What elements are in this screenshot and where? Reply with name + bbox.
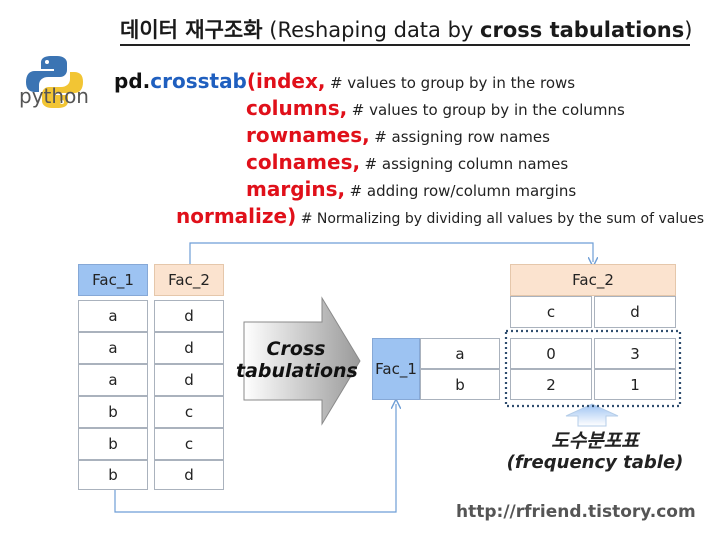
page-title: 데이터 재구조화 (Reshaping data by cross tabula… bbox=[120, 14, 693, 46]
source-url: http://rfriend.tistory.com bbox=[456, 502, 696, 522]
code-line-6: normalize) # Normalizing by dividing all… bbox=[176, 203, 704, 229]
input-fac1-cell: b bbox=[78, 428, 148, 460]
output-count-cell: 0 bbox=[510, 338, 592, 369]
output-count-cell: 1 bbox=[594, 369, 676, 400]
code-comment-rownames: # assigning row names bbox=[374, 128, 550, 146]
input-fac2-cell: c bbox=[154, 428, 224, 460]
output-row-header: Fac_1 bbox=[372, 338, 420, 400]
output-count-cell: 2 bbox=[510, 369, 592, 400]
code-prefix: pd. bbox=[114, 69, 151, 93]
output-row-level-a: a bbox=[420, 338, 500, 369]
input-fac1-cell: b bbox=[78, 396, 148, 428]
code-comment-colnames: # assigning column names bbox=[364, 155, 569, 173]
input-fac2-cell: d bbox=[154, 300, 224, 332]
code-comment-index: # values to group by in the rows bbox=[329, 74, 576, 92]
code-arg-colnames: colnames, bbox=[246, 150, 361, 174]
title-paren-open: (Reshaping data by bbox=[269, 18, 481, 42]
output-col-level-c: c bbox=[510, 296, 592, 328]
output-row-level-b: b bbox=[420, 369, 500, 400]
code-line-3: rownames, # assigning row names bbox=[246, 122, 550, 148]
input-fac2-cell: c bbox=[154, 396, 224, 428]
title-paren-close: ) bbox=[684, 18, 693, 42]
input-fac1-cell: a bbox=[78, 300, 148, 332]
code-comment-margins: # adding row/column margins bbox=[349, 182, 577, 200]
frequency-label-english: (frequency table) bbox=[506, 452, 684, 473]
code-line-5: margins, # adding row/column margins bbox=[246, 176, 576, 202]
cross-tabulations-label-line2: tabulations bbox=[236, 360, 358, 382]
frequency-up-arrow-icon bbox=[565, 403, 619, 427]
input-header-fac2: Fac_2 bbox=[154, 264, 224, 296]
code-line-1: pd.crosstab(index, # values to group by … bbox=[114, 68, 575, 94]
input-fac1-cell: a bbox=[78, 332, 148, 364]
code-line-2: columns, # values to group by in the col… bbox=[246, 95, 625, 121]
input-fac2-cell: d bbox=[154, 460, 224, 490]
input-fac2-cell: d bbox=[154, 364, 224, 396]
input-fac1-cell: b bbox=[78, 460, 148, 490]
input-fac2-cell: d bbox=[154, 332, 224, 364]
code-arg-columns: columns, bbox=[246, 96, 348, 120]
code-func: crosstab bbox=[150, 69, 247, 93]
output-count-cell: 3 bbox=[594, 338, 676, 369]
title-bold-part: cross tabulations bbox=[480, 18, 685, 42]
input-fac1-cell: a bbox=[78, 364, 148, 396]
title-korean: 데이터 재구조화 bbox=[120, 18, 263, 42]
cross-tabulations-label-line1: Cross bbox=[266, 338, 326, 360]
code-arg-rownames: rownames, bbox=[246, 123, 370, 147]
python-logo-text: python bbox=[19, 84, 89, 108]
frequency-label-korean: 도수분포표 bbox=[551, 430, 639, 452]
code-comment-columns: # values to group by in the columns bbox=[351, 101, 625, 119]
connector-fac2-to-columns bbox=[189, 242, 593, 264]
cross-tabulations-label: Cross tabulations bbox=[236, 338, 358, 386]
input-header-fac1: Fac_1 bbox=[78, 264, 148, 296]
code-arg-normalize: normalize) bbox=[176, 204, 297, 228]
code-line-4: colnames, # assigning column names bbox=[246, 149, 568, 175]
code-arg-index: (index, bbox=[246, 69, 326, 93]
output-col-header: Fac_2 bbox=[510, 264, 676, 296]
code-comment-normalize: # Normalizing by dividing all values by … bbox=[300, 211, 704, 227]
code-arg-margins: margins, bbox=[246, 177, 346, 201]
output-col-level-d: d bbox=[594, 296, 676, 328]
